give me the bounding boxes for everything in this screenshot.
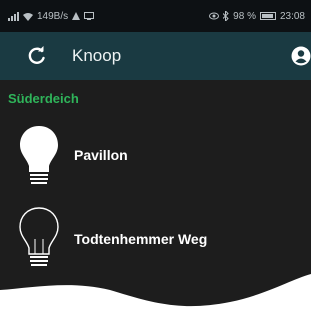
light-item-pavillon[interactable]: Pavillon xyxy=(0,125,311,195)
status-bar-left: 149B/s xyxy=(8,10,95,22)
refresh-icon[interactable] xyxy=(27,46,47,66)
upload-icon xyxy=(72,12,81,20)
bluetooth-icon xyxy=(223,11,229,21)
account-icon[interactable] xyxy=(291,46,311,66)
app-title: Knoop xyxy=(72,46,122,65)
wifi-icon xyxy=(23,12,33,21)
battery-icon xyxy=(259,12,276,20)
data-rate: 149B/s xyxy=(37,10,69,22)
signal-icon xyxy=(8,11,19,21)
lightbulb-on-icon xyxy=(20,126,58,184)
app-screen: 149B/s 98 % 23:08 Knoop Süderdeich Pavil… xyxy=(0,0,311,316)
notification-icon xyxy=(84,12,95,20)
toolbar: Knoop xyxy=(0,32,311,80)
light-name: Todtenhemmer Weg xyxy=(74,231,208,247)
clock: 23:08 xyxy=(279,10,305,22)
battery-percent: 98 % xyxy=(233,10,256,22)
section-header: Süderdeich xyxy=(8,91,79,106)
eye-icon xyxy=(209,12,220,20)
torn-page-edge xyxy=(0,274,311,316)
status-bar-right: 98 % 23:08 xyxy=(209,11,305,22)
status-bar: 149B/s 98 % 23:08 xyxy=(0,0,311,32)
light-name: Pavillon xyxy=(74,147,128,163)
